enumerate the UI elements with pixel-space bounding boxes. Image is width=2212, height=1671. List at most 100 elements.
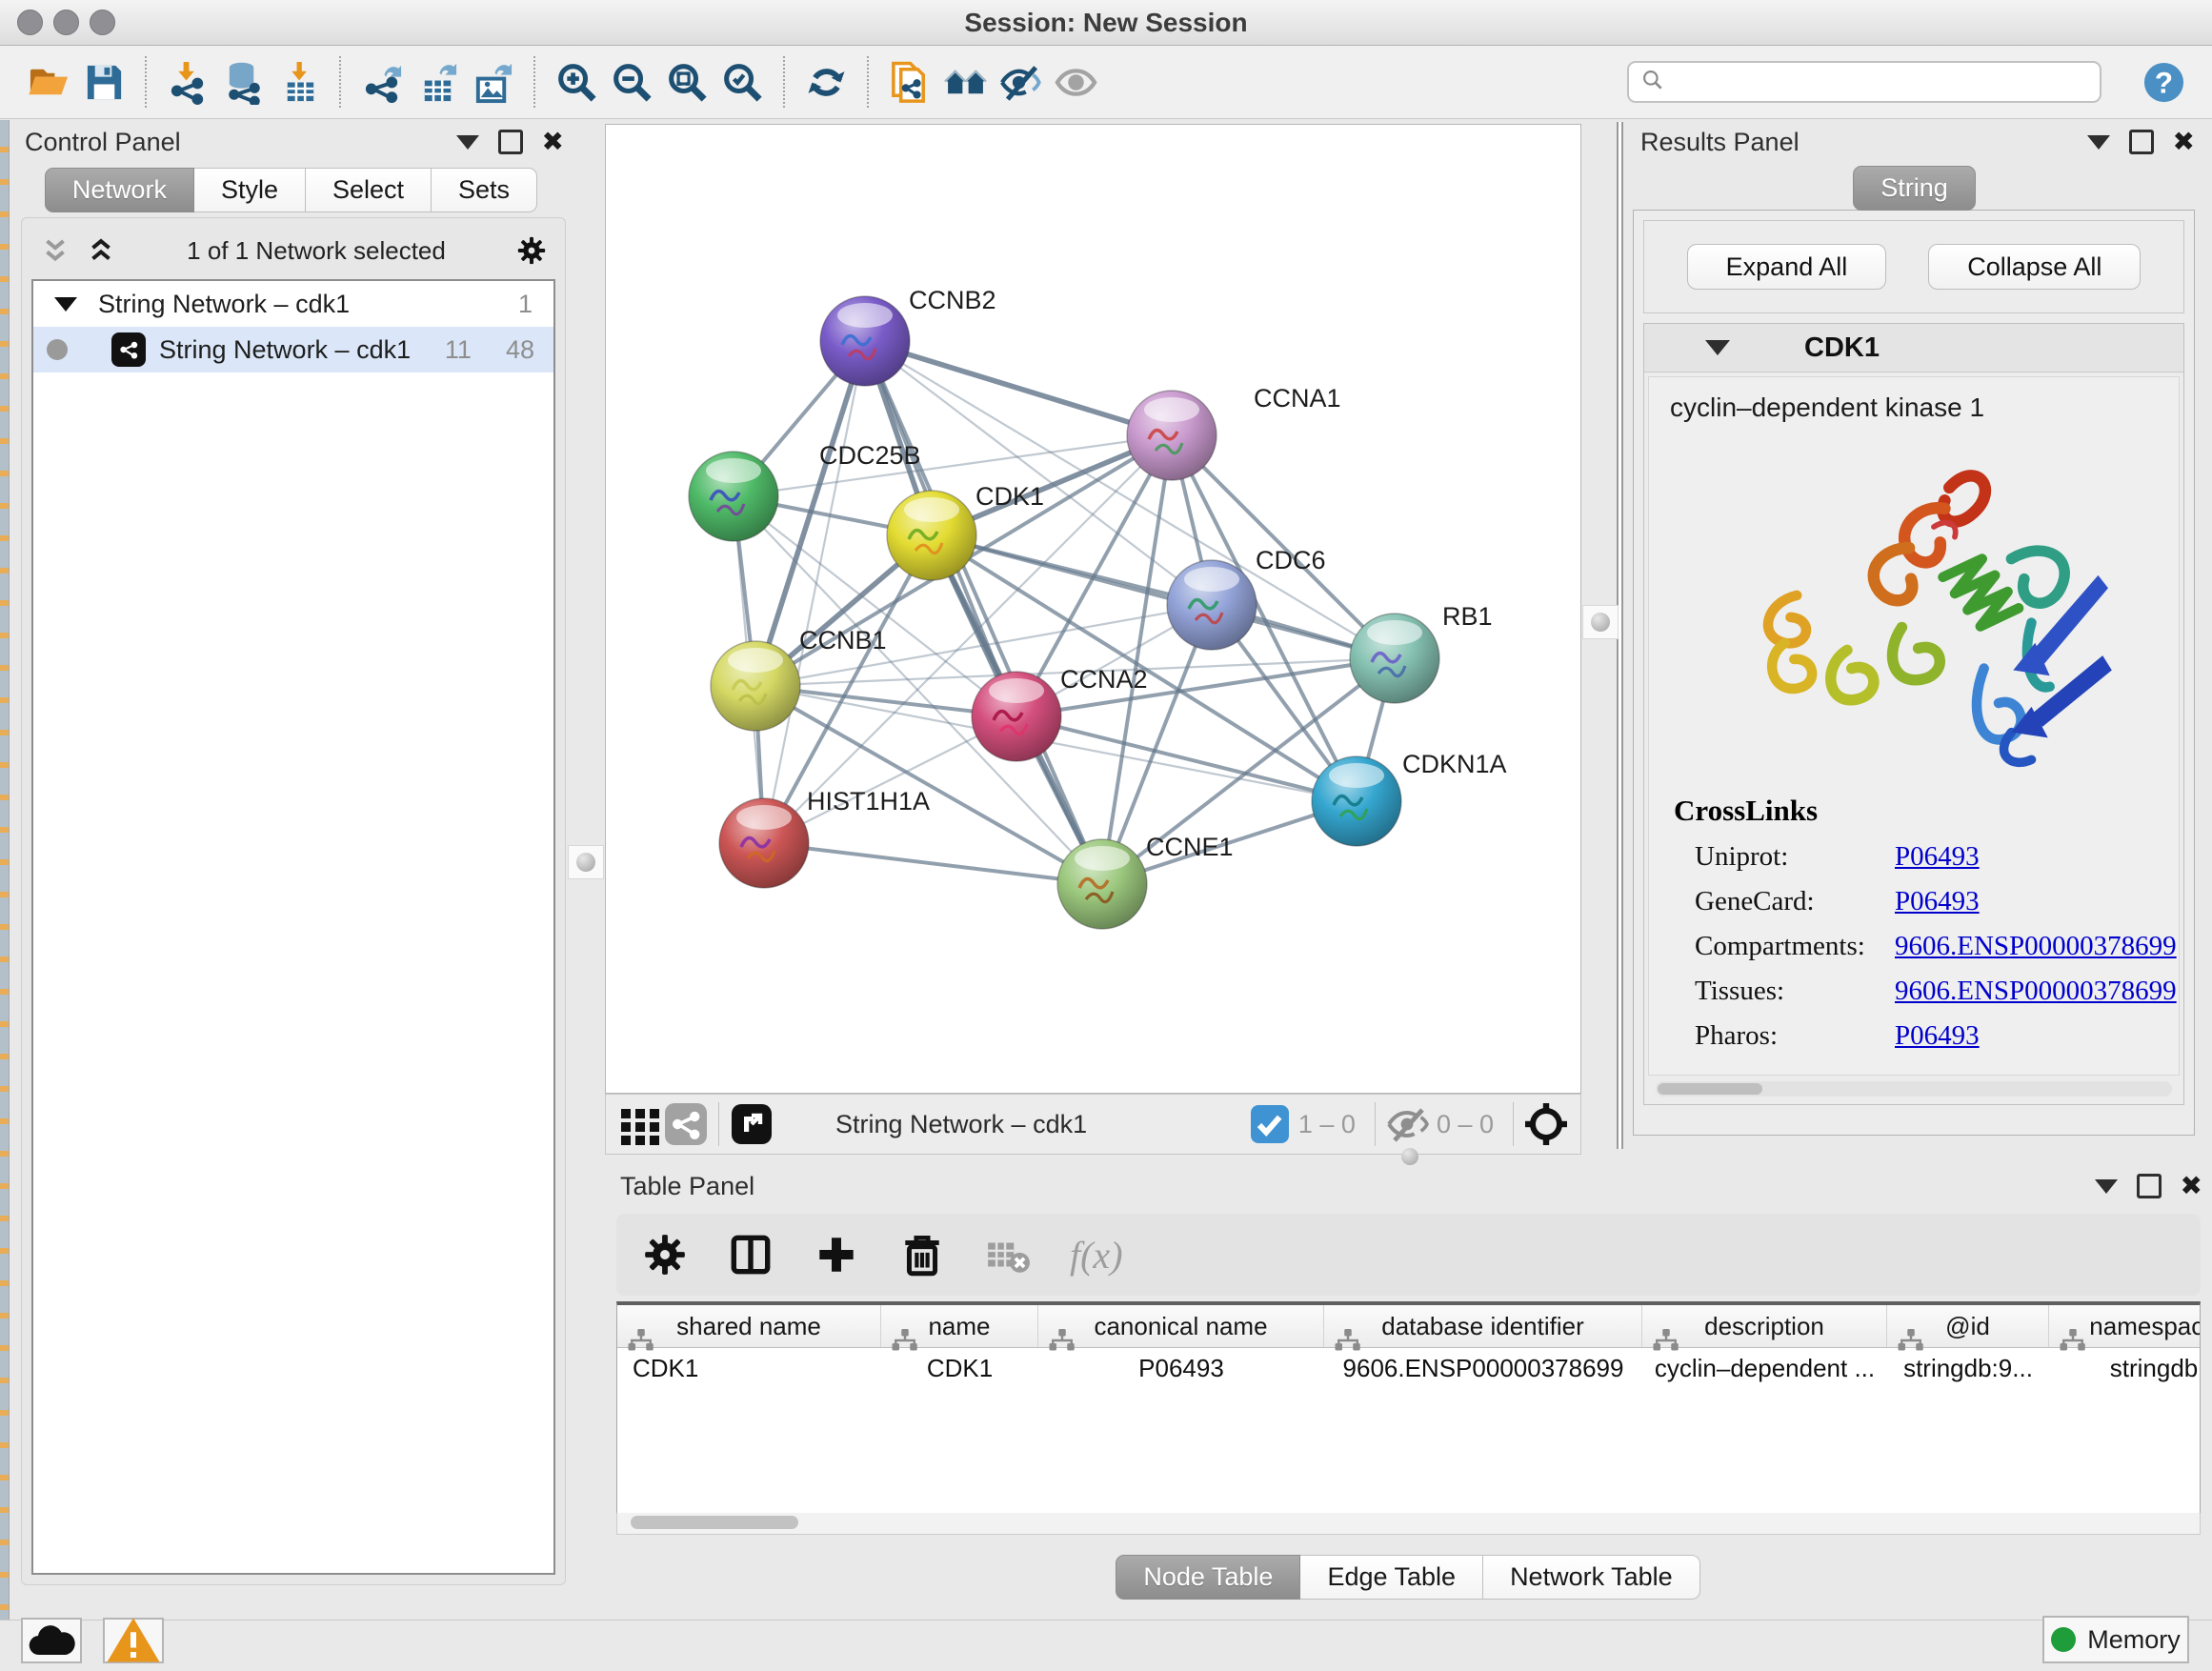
export-table-button[interactable] (410, 54, 465, 110)
selected-items-checkbox-icon[interactable] (1247, 1101, 1293, 1147)
table-cell[interactable]: stringdb:9... (1887, 1354, 2049, 1383)
import-table-button[interactable] (271, 54, 326, 110)
save-session-button[interactable] (76, 54, 131, 110)
network-edge[interactable] (764, 341, 865, 843)
table-cell[interactable]: CDK1 (617, 1354, 881, 1383)
panel-menu-icon[interactable] (2095, 1179, 2118, 1194)
panel-menu-icon[interactable] (2087, 135, 2110, 150)
zoom-out-button[interactable] (604, 54, 659, 110)
expand-all-button[interactable]: Expand All (1687, 244, 1887, 290)
crosslink-link[interactable]: P06493 (1895, 841, 1980, 873)
import-network-from-database-button[interactable] (215, 54, 271, 110)
network-edge[interactable] (865, 341, 1172, 435)
crosslink-link[interactable]: 9606.ENSP00000378699 (1895, 931, 2177, 962)
panel-menu-icon[interactable] (456, 135, 479, 150)
show-glass-button[interactable] (1048, 54, 1103, 110)
network-overview-icon[interactable] (663, 1101, 709, 1147)
network-collection-row[interactable]: String Network – cdk1 1 (33, 281, 553, 327)
network-row-selected[interactable]: String Network – cdk1 11 48 (33, 327, 553, 372)
horizontal-splitter-handle[interactable] (1391, 1146, 1429, 1167)
crosslink-link[interactable]: P06493 (1895, 1020, 1980, 1052)
network-node-ccne1[interactable]: CCNE1 (1057, 833, 1234, 929)
warnings-button[interactable] (103, 1618, 164, 1663)
export-network-button[interactable] (354, 54, 410, 110)
float-panel-icon[interactable] (498, 130, 523, 154)
column-header-name[interactable]: name (881, 1305, 1038, 1347)
delete-column-icon[interactable] (898, 1231, 946, 1278)
column-header-description[interactable]: description (1642, 1305, 1887, 1347)
tab-select[interactable]: Select (305, 168, 432, 212)
tab-network[interactable]: Network (45, 168, 194, 212)
collapse-all-icon[interactable] (39, 234, 71, 267)
column-header-sharedname[interactable]: shared name (617, 1305, 881, 1347)
tree-options-gear-icon[interactable] (515, 234, 548, 267)
close-panel-icon[interactable]: ✖ (2181, 1177, 2202, 1196)
add-column-icon[interactable] (813, 1231, 860, 1278)
column-header-id[interactable]: @id (1887, 1305, 2049, 1347)
zoom-in-button[interactable] (549, 54, 604, 110)
crosslink-link[interactable]: P06493 (1895, 886, 1980, 917)
table-scrollbar[interactable] (616, 1513, 2201, 1535)
tab-style[interactable]: Style (193, 168, 306, 212)
cdk1-section-header[interactable]: CDK1 (1644, 324, 2183, 372)
search-input[interactable] (1673, 67, 2088, 98)
crosslink-link[interactable]: 9606.ENSP00000378699 (1895, 976, 2177, 1007)
string-home-button[interactable] (937, 54, 993, 110)
zoom-fit-button[interactable] (659, 54, 714, 110)
network-node-cdk1[interactable]: CDK1 (887, 482, 1044, 580)
table-cell[interactable]: stringdb (2049, 1354, 2201, 1383)
table-cell[interactable]: P06493 (1038, 1354, 1324, 1383)
collection-expand-icon[interactable] (54, 297, 77, 312)
birdseye-view-icon[interactable] (1523, 1101, 1569, 1147)
section-collapse-icon[interactable] (1705, 340, 1730, 355)
network-document-button[interactable] (882, 54, 937, 110)
tab-node-table[interactable]: Node Table (1116, 1555, 1300, 1600)
network-node-cdkn1a[interactable]: CDKN1A (1312, 750, 1507, 846)
memory-button[interactable]: Memory (2042, 1616, 2189, 1663)
float-panel-icon[interactable] (2137, 1174, 2162, 1198)
network-edge[interactable] (734, 435, 1172, 496)
right-splitter-handle[interactable] (1582, 605, 1619, 639)
table-cell[interactable]: 9606.ENSP00000378699 (1324, 1354, 1642, 1383)
tab-network-table[interactable]: Network Table (1482, 1555, 1700, 1600)
column-header-namespace[interactable]: namespace (2049, 1305, 2201, 1347)
import-network-from-file-button[interactable] (160, 54, 215, 110)
apply-layout-button[interactable] (798, 54, 854, 110)
tab-edge-table[interactable]: Edge Table (1299, 1555, 1483, 1600)
table-cell[interactable]: CDK1 (881, 1354, 1038, 1383)
network-node-ccna1[interactable]: CCNA1 (1127, 384, 1341, 480)
network-node-rb1[interactable]: RB1 (1350, 602, 1493, 703)
collapse-all-button[interactable]: Collapse All (1928, 244, 2141, 290)
expand-all-icon[interactable] (85, 234, 117, 267)
detach-view-icon[interactable] (729, 1101, 774, 1147)
network-edge[interactable] (764, 843, 1102, 884)
network-node-ccna2[interactable]: CCNA2 (972, 665, 1148, 761)
results-scrollbar[interactable] (1656, 1081, 2172, 1097)
search-box[interactable] (1627, 61, 2101, 103)
table-row[interactable]: CDK1CDK1P064939606.ENSP00000378699cyclin… (617, 1348, 2200, 1388)
tab-sets[interactable]: Sets (431, 168, 537, 212)
show-columns-icon[interactable] (727, 1231, 774, 1278)
table-options-gear-icon[interactable] (641, 1231, 689, 1278)
help-button[interactable]: ? (2136, 54, 2191, 110)
close-panel-icon[interactable]: ✖ (2173, 132, 2195, 151)
search-icon (1640, 68, 1673, 97)
network-node-ccnb1[interactable]: CCNB1 (711, 626, 887, 731)
export-image-button[interactable] (465, 54, 520, 110)
network-node-hist1h1a[interactable]: HIST1H1A (719, 787, 930, 888)
column-header-databaseidentifier[interactable]: database identifier (1324, 1305, 1642, 1347)
column-header-canonicalname[interactable]: canonical name (1038, 1305, 1324, 1347)
cloud-status-button[interactable] (21, 1618, 82, 1663)
network-graph[interactable]: CCNB2CCNA1CDC25BCDK1CDC6RB1CCNB1CCNA2CDK… (606, 125, 1580, 1093)
network-view-canvas[interactable]: CCNB2CCNA1CDC25BCDK1CDC6RB1CCNB1CCNA2CDK… (605, 124, 1581, 1094)
hide-glass-button[interactable] (993, 54, 1048, 110)
table-cell[interactable]: cyclin–dependent ... (1642, 1354, 1887, 1383)
close-panel-icon[interactable]: ✖ (542, 132, 564, 151)
zoom-selected-button[interactable] (714, 54, 770, 110)
open-session-button[interactable] (21, 54, 76, 110)
tab-string[interactable]: String (1853, 166, 1976, 211)
network-edge[interactable] (1102, 435, 1172, 884)
show-grid-icon[interactable] (617, 1101, 663, 1147)
float-panel-icon[interactable] (2129, 130, 2154, 154)
left-splitter-handle[interactable] (568, 845, 604, 879)
